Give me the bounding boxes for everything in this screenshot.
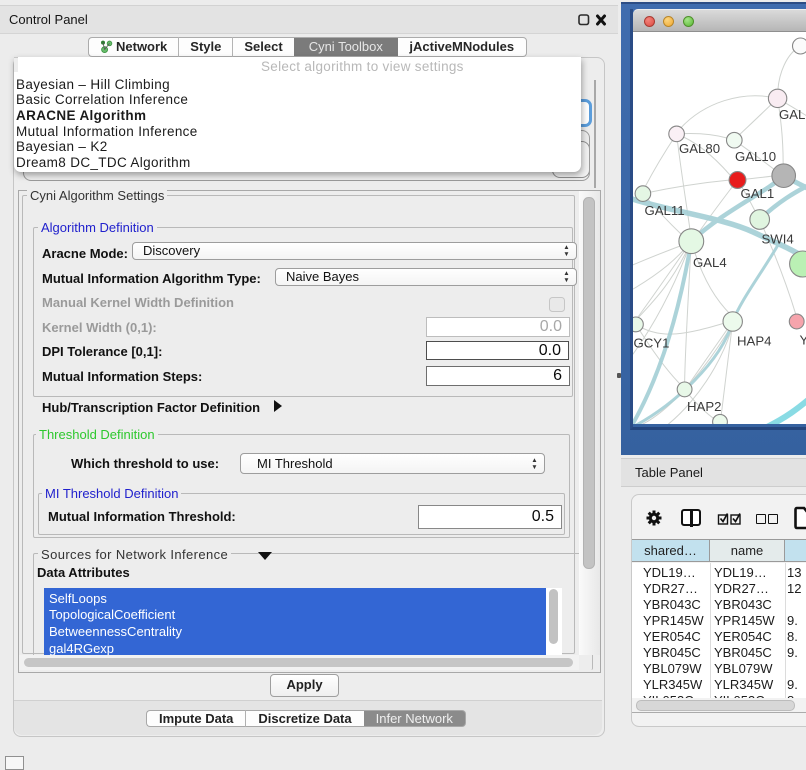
svg-text:GCY1: GCY1 [634, 336, 670, 351]
svg-text:GAL10: GAL10 [735, 149, 776, 164]
svg-text:GAL11: GAL11 [645, 203, 685, 218]
svg-text:GAL4: GAL4 [693, 255, 727, 270]
svg-text:HAP4: HAP4 [737, 334, 771, 349]
svg-text:GAL80: GAL80 [679, 141, 720, 156]
svg-text:Y: Y [800, 333, 806, 348]
svg-text:GAL7: GAL7 [779, 107, 806, 122]
svg-text:HAP2: HAP2 [687, 399, 721, 414]
svg-text:SWI4: SWI4 [762, 232, 794, 247]
svg-text:GAL1: GAL1 [741, 186, 775, 201]
